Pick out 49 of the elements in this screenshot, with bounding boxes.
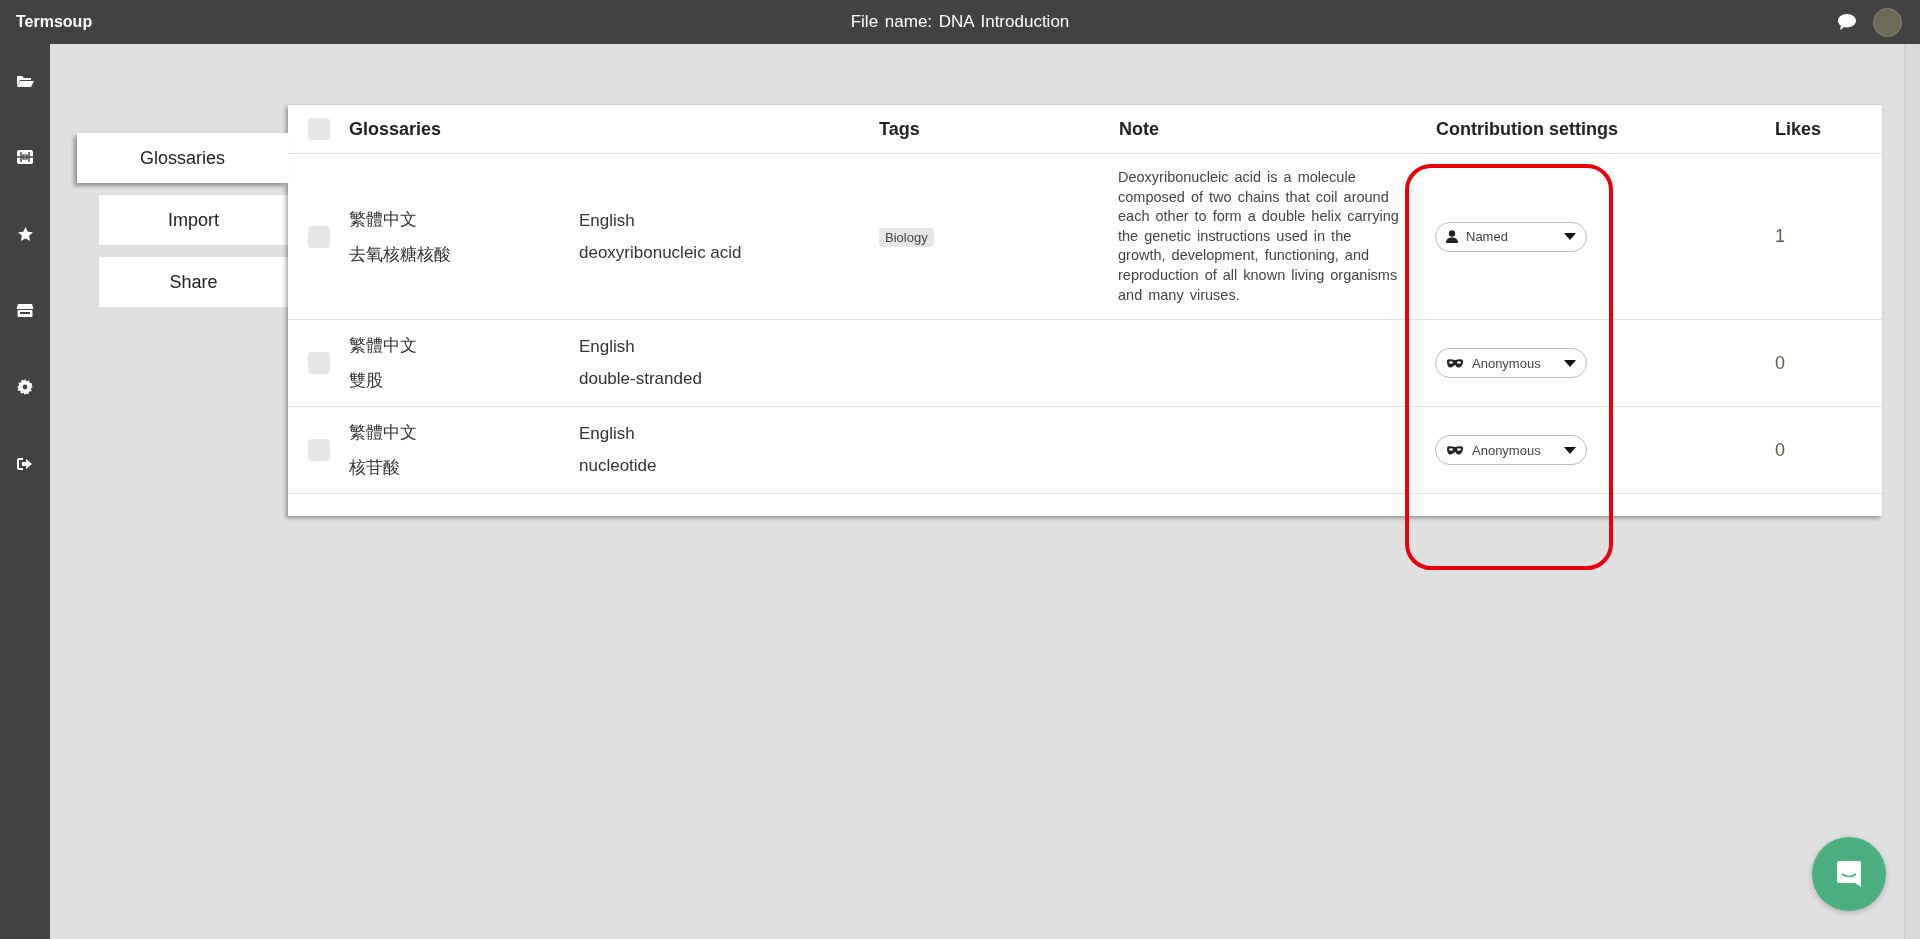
likes-count: 0 [1775, 439, 1785, 460]
board-icon[interactable] [16, 149, 34, 165]
source-language: 繁體中文 [349, 208, 417, 231]
settings-icon[interactable] [17, 379, 33, 395]
target-term: double-stranded [579, 369, 702, 390]
column-header: Glossaries [348, 118, 442, 140]
mask-icon [1446, 445, 1464, 456]
folder-icon[interactable] [16, 74, 34, 88]
file-title: File name: DNA Introduction [850, 12, 1070, 32]
tag-chip[interactable]: Biology [879, 227, 934, 247]
side-tab[interactable]: Share [99, 257, 288, 307]
contribution-dropdown[interactable]: Named [1435, 221, 1587, 252]
row-checkbox[interactable] [307, 439, 330, 462]
app-name: Termsoup [16, 13, 93, 31]
user-avatar[interactable] [1873, 7, 1902, 37]
mask-icon [1446, 358, 1464, 369]
chat-icon [1837, 861, 1861, 887]
logout-icon[interactable] [16, 456, 34, 472]
column-header: Contribution settings [1435, 118, 1618, 140]
source-language: 繁體中文 [349, 335, 417, 358]
target-term: nucleotide [579, 456, 657, 477]
note-text: Deoxyribonucleic acid is a molecule composed of two chains that coil around each other to form a double helix carrying the genetic instructions used in the growth, development, functioning, and reproduction of all known living organisms and many viruses. [1118, 168, 1400, 305]
target-language: English [579, 337, 635, 358]
row-checkbox[interactable] [307, 225, 330, 248]
likes-count: 0 [1775, 352, 1785, 373]
column-header: Tags [878, 118, 920, 140]
source-language: 繁體中文 [349, 422, 417, 445]
contribution-dropdown[interactable]: Anonymous [1435, 435, 1587, 466]
source-term: 雙股 [349, 370, 383, 393]
side-tab[interactable]: Glossaries [77, 133, 288, 183]
person-icon [1446, 230, 1458, 244]
side-tab[interactable]: Import [99, 195, 288, 245]
row-checkbox[interactable] [307, 352, 330, 375]
source-term: 去氧核糖核酸 [349, 243, 451, 266]
likes-count: 1 [1775, 226, 1785, 247]
store-icon[interactable] [16, 303, 34, 318]
star-icon[interactable] [16, 226, 34, 242]
target-term: deoxyribonucleic acid [579, 242, 742, 263]
caret-icon [1564, 233, 1576, 241]
speech-bubble-icon[interactable] [1837, 13, 1857, 31]
source-term: 核苷酸 [349, 457, 400, 480]
select-all-checkbox[interactable] [307, 118, 330, 140]
target-language: English [579, 210, 635, 231]
column-header: Note [1118, 118, 1159, 140]
contribution-dropdown[interactable]: Anonymous [1435, 348, 1587, 379]
target-language: English [579, 424, 635, 445]
caret-icon [1564, 359, 1576, 367]
caret-icon [1564, 446, 1576, 454]
column-header: Likes [1774, 118, 1822, 140]
